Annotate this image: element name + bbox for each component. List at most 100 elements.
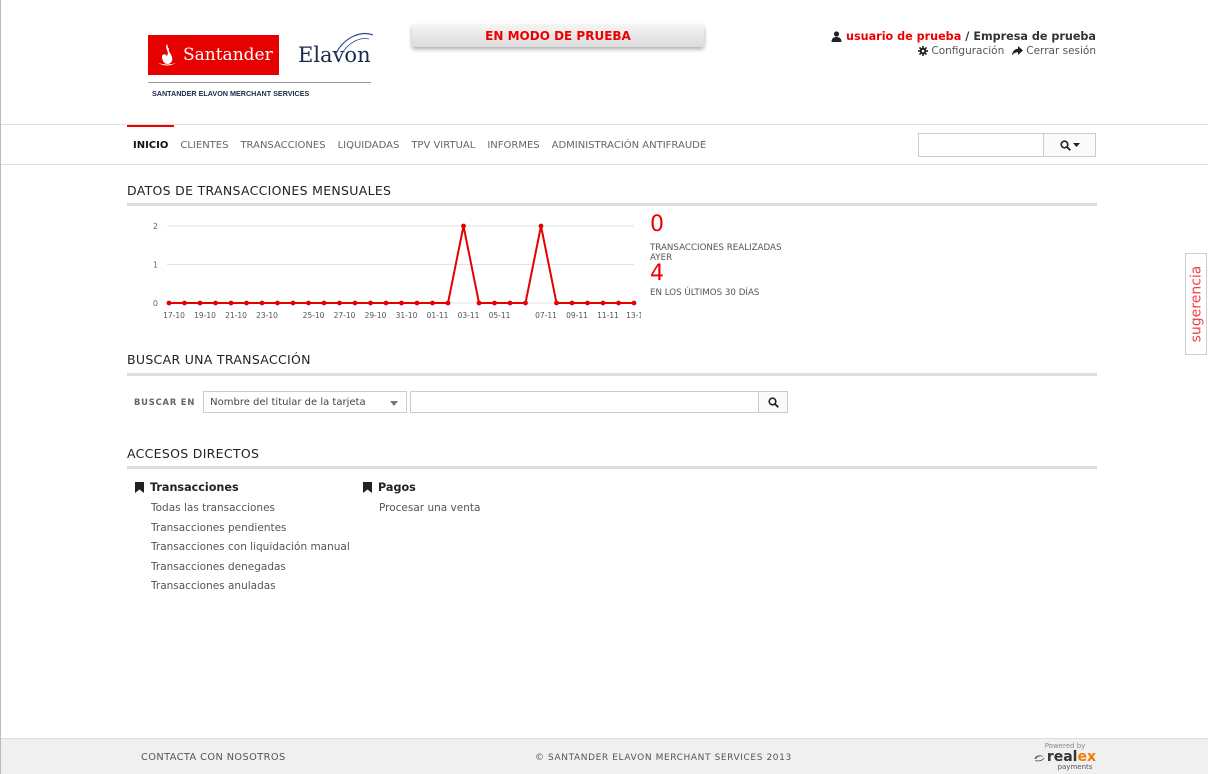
- last30-count: 4: [650, 261, 664, 286]
- chart-point[interactable]: [616, 300, 621, 306]
- shortcut-group-heading: Transacciones: [135, 480, 350, 494]
- chart-point[interactable]: [182, 300, 187, 306]
- chart-point[interactable]: [631, 300, 637, 306]
- chart-point[interactable]: [476, 300, 482, 306]
- search-section-rule: [127, 373, 1097, 376]
- nav-item-inicio[interactable]: INICIO: [127, 125, 175, 165]
- shortcuts-section-title: ACCESOS DIRECTOS: [127, 446, 260, 461]
- chart-point[interactable]: [445, 300, 451, 306]
- chart-y-tick-label: 2: [153, 222, 158, 231]
- chart-point[interactable]: [430, 300, 435, 306]
- chart-point[interactable]: [337, 300, 342, 306]
- chart-point[interactable]: [290, 300, 296, 306]
- chart-point[interactable]: [461, 223, 466, 229]
- transaction-stats: 0 TRANSACCIONES REALIZADAS AYER 4 EN LOS…: [650, 212, 850, 299]
- copyright: © SANTANDER ELAVON MERCHANT SERVICES 201…: [535, 753, 792, 763]
- yesterday-count: 0: [650, 212, 664, 237]
- yesterday-label-1: TRANSACCIONES REALIZADAS: [650, 243, 782, 253]
- bookmark-icon: [363, 481, 372, 493]
- caret-down-icon: [390, 401, 399, 406]
- elavon-swoosh-icon: [334, 33, 374, 56]
- shortcut-group-heading: Pagos: [363, 480, 480, 494]
- chart-point[interactable]: [352, 300, 358, 306]
- nav-items: INICIO CLIENTES TRANSACCIONES LIQUIDADAS…: [127, 125, 712, 165]
- realex-swoosh-icon: [1034, 754, 1045, 761]
- settings-link[interactable]: Configuración: [918, 45, 1004, 57]
- shortcut-link-todas[interactable]: Todas las transacciones: [151, 499, 350, 519]
- shortcut-link-denegadas[interactable]: Transacciones denegadas: [151, 558, 350, 578]
- chart-y-tick-label: 1: [153, 261, 158, 270]
- shortcut-link-pendientes[interactable]: Transacciones pendientes: [151, 519, 350, 539]
- monthly-transactions-chart: 0 1 2 17-10 19-10 21-10 23-10 25-10 27-10 29-10 31…: [153, 222, 641, 320]
- nav-search-button[interactable]: [1043, 134, 1095, 156]
- last30-label: EN LOS ÚLTIMOS 30 DÍAS: [650, 288, 760, 298]
- chart-x-tick-label: 07-11: [535, 311, 557, 320]
- shortcut-link-anuladas[interactable]: Transacciones anuladas: [151, 577, 350, 597]
- search-field-select[interactable]: Nombre del titular de la tarjeta: [203, 391, 408, 413]
- chart-point[interactable]: [321, 300, 327, 306]
- nav-search-input[interactable]: [919, 134, 1043, 156]
- logout-link[interactable]: Cerrar sesión: [1012, 45, 1096, 57]
- shortcut-link-liquidacion-manual[interactable]: Transacciones con liquidación manual: [151, 538, 350, 558]
- chart-point[interactable]: [523, 300, 528, 306]
- nav-item-liquidadas[interactable]: LIQUIDADAS: [332, 125, 406, 165]
- nav-search: [918, 133, 1096, 157]
- chart-point[interactable]: [554, 300, 559, 306]
- main-nav: INICIO CLIENTES TRANSACCIONES LIQUIDADAS…: [1, 125, 1208, 165]
- shortcut-list: Procesar una venta: [379, 499, 480, 519]
- chart-point[interactable]: [166, 300, 172, 306]
- chart-point[interactable]: [197, 300, 203, 306]
- transaction-search-input[interactable]: [410, 391, 760, 413]
- chart-point[interactable]: [414, 300, 420, 306]
- chart-x-tick-label: 11-11: [597, 311, 619, 320]
- nav-item-informes[interactable]: INFORMES: [481, 125, 545, 165]
- chart-point[interactable]: [383, 300, 389, 306]
- bookmark-icon: [135, 481, 144, 493]
- share-arrow-icon: [1012, 46, 1024, 56]
- chart-point[interactable]: [259, 300, 265, 306]
- chart-point[interactable]: [569, 300, 575, 306]
- search-in-label: BUSCAR EN: [134, 397, 196, 407]
- transaction-search-form: BUSCAR EN Nombre del titular de la tarje…: [127, 390, 789, 414]
- chart-x-tick-label: 03-11: [458, 311, 480, 320]
- chart-point[interactable]: [538, 223, 544, 229]
- chart-point[interactable]: [275, 300, 280, 306]
- chart-point[interactable]: [306, 300, 311, 306]
- brand-logo[interactable]: Santander Elavon SANTANDER ELAVON MERCHA…: [148, 31, 374, 101]
- shortcut-link-procesar-venta[interactable]: Procesar una venta: [379, 499, 480, 519]
- yesterday-label-2: AYER: [650, 253, 673, 263]
- user-info: usuario de prueba / Empresa de prueba: [831, 30, 1096, 43]
- user-name-link[interactable]: usuario de prueba: [846, 30, 961, 43]
- chart-point[interactable]: [228, 300, 234, 306]
- settings-label: Configuración: [931, 45, 1005, 57]
- transaction-search-button[interactable]: [759, 391, 789, 413]
- chart-point[interactable]: [600, 300, 606, 306]
- chart-point[interactable]: [213, 300, 218, 306]
- chart-point[interactable]: [399, 300, 404, 306]
- chart-point[interactable]: [507, 300, 513, 306]
- shortcut-group-title: Pagos: [378, 480, 416, 494]
- chart-x-tick-label: 05-11: [489, 311, 511, 320]
- logo-subtitle: SANTANDER ELAVON MERCHANT SERVICES: [152, 89, 310, 98]
- nav-item-transacciones[interactable]: TRANSACCIONES: [234, 125, 331, 165]
- logout-label: Cerrar sesión: [1026, 45, 1096, 57]
- chart-point[interactable]: [368, 300, 373, 306]
- nav-item-clientes[interactable]: CLIENTES: [174, 125, 234, 165]
- search-section-title: BUSCAR UNA TRANSACCIÓN: [127, 352, 311, 367]
- gear-icon: [918, 46, 929, 56]
- realex-logo[interactable]: Powered by realex payments: [1034, 742, 1096, 771]
- nav-item-administracion-antifraude[interactable]: ADMINISTRACIÓN ANTIFRAUDE: [546, 125, 713, 165]
- santander-wordmark: Santander: [183, 45, 273, 65]
- chart-point[interactable]: [492, 300, 497, 306]
- nav-item-tpv-virtual[interactable]: TPV VIRTUAL: [405, 125, 481, 165]
- user-links: Configuración Cerrar sesión: [918, 45, 1096, 57]
- feedback-tab[interactable]: sugerencia: [1185, 253, 1207, 355]
- shortcuts-section-rule: [127, 466, 1097, 469]
- contact-link[interactable]: CONTACTA CON NOSOTROS: [141, 752, 286, 763]
- chart-point[interactable]: [585, 300, 590, 306]
- shortcut-group-pagos: Pagos Procesar una venta: [363, 480, 480, 519]
- flame-icon: [158, 44, 176, 66]
- chart-x-tick-label: 29-10: [365, 311, 387, 320]
- chart-point[interactable]: [244, 300, 249, 306]
- logo-divider: [148, 82, 371, 83]
